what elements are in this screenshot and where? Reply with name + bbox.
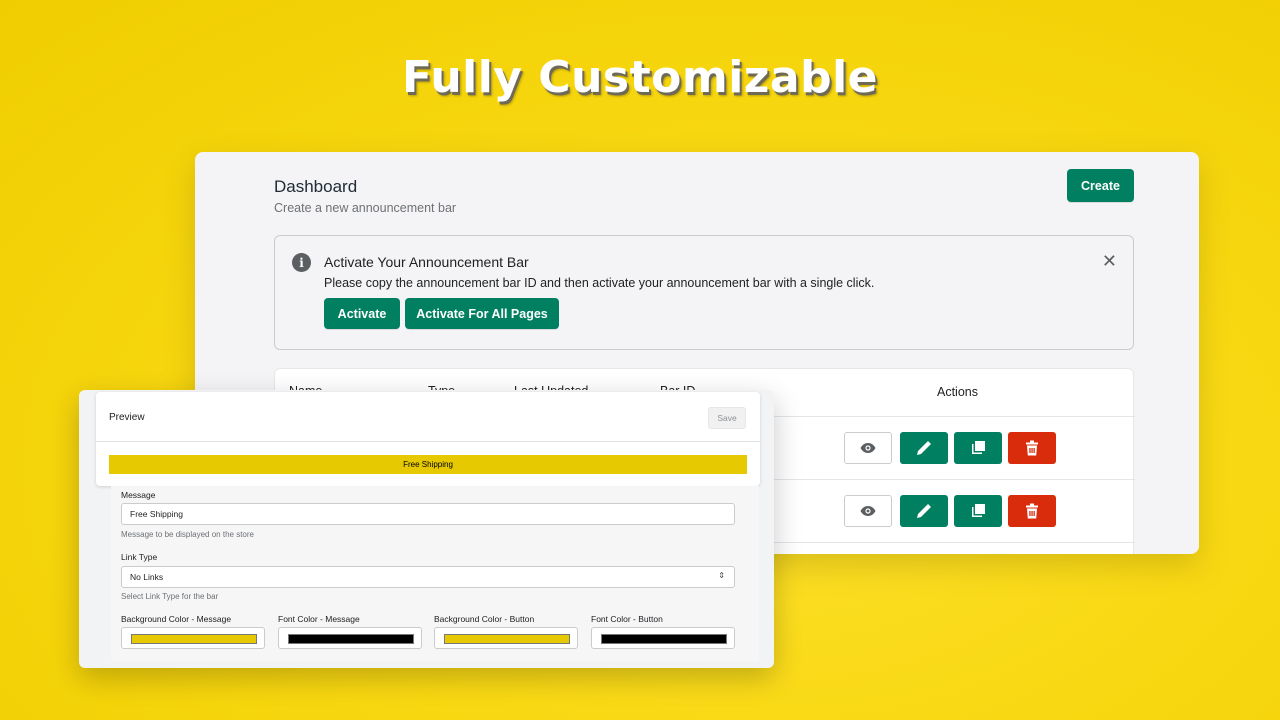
preview-title: Preview — [109, 412, 145, 423]
view-button[interactable] — [844, 495, 892, 527]
column-header-actions: Actions — [937, 385, 978, 399]
view-button[interactable] — [844, 432, 892, 464]
banner-text: Please copy the announcement bar ID and … — [324, 276, 875, 290]
pencil-icon — [917, 504, 931, 518]
duplicate-button[interactable] — [954, 495, 1002, 527]
link-type-select[interactable]: No Links ⇕ — [121, 566, 735, 588]
color-field-label: Background Color - Message — [121, 614, 232, 624]
eye-icon — [860, 506, 876, 516]
page-title: Dashboard — [274, 177, 358, 196]
link-type-help-text: Select Link Type for the bar — [121, 592, 219, 601]
bar-settings-form: Message Free Shipping Message to be disp… — [111, 486, 759, 662]
preview-editor-panel: Preview Save Free Shipping Message Free … — [79, 390, 774, 668]
message-input[interactable]: Free Shipping — [121, 503, 735, 525]
delete-button[interactable] — [1008, 432, 1056, 464]
message-label: Message — [121, 490, 156, 500]
color-swatch — [288, 634, 414, 644]
background-color-message-picker[interactable] — [121, 627, 265, 649]
color-field-label: Background Color - Button — [434, 614, 535, 624]
page-subtitle: Create a new announcement bar — [274, 201, 457, 215]
color-field-label: Font Color - Message — [278, 614, 360, 624]
save-button[interactable]: Save — [708, 407, 746, 429]
duplicate-icon — [972, 504, 985, 517]
duplicate-icon — [972, 441, 985, 454]
message-help-text: Message to be displayed on the store — [121, 530, 254, 539]
eye-icon — [860, 443, 876, 453]
color-swatch — [131, 634, 257, 644]
preview-card: Preview Save Free Shipping — [96, 392, 760, 486]
info-icon: i — [292, 253, 311, 272]
edit-button[interactable] — [900, 495, 948, 527]
link-type-label: Link Type — [121, 552, 158, 562]
close-icon[interactable]: ✕ — [1102, 252, 1117, 270]
color-field-label: Font Color - Button — [591, 614, 663, 624]
divider — [96, 441, 760, 442]
select-arrows-icon: ⇕ — [718, 571, 725, 580]
background-color-button-picker[interactable] — [434, 627, 578, 649]
activate-all-pages-button[interactable]: Activate For All Pages — [405, 298, 559, 329]
color-swatch — [444, 634, 570, 644]
link-type-value: No Links — [130, 572, 164, 582]
color-swatch — [601, 634, 727, 644]
announcement-bar-preview: Free Shipping — [109, 455, 747, 474]
delete-button[interactable] — [1008, 495, 1056, 527]
font-color-message-picker[interactable] — [278, 627, 422, 649]
pencil-icon — [917, 441, 931, 455]
duplicate-button[interactable] — [954, 432, 1002, 464]
trash-icon — [1026, 440, 1038, 456]
edit-button[interactable] — [900, 432, 948, 464]
activation-banner: i Activate Your Announcement Bar Please … — [274, 235, 1134, 350]
activate-button[interactable]: Activate — [324, 298, 400, 329]
trash-icon — [1026, 503, 1038, 519]
font-color-button-picker[interactable] — [591, 627, 735, 649]
create-button[interactable]: Create — [1067, 169, 1134, 202]
headline: Fully Customizable — [401, 52, 879, 103]
banner-title: Activate Your Announcement Bar — [324, 254, 529, 270]
